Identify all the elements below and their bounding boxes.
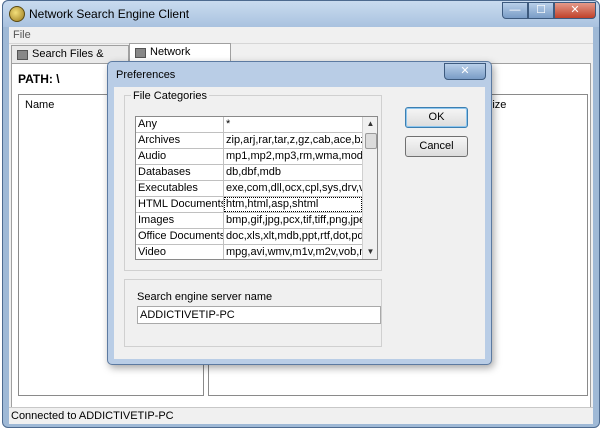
status-bar: Connected to ADDICTIVETIP-PC — [9, 407, 593, 424]
tab-icon — [135, 48, 146, 58]
category-extensions-cell[interactable]: bmp,gif,jpg,pcx,tif,tiff,png,jpeg,psd — [224, 213, 362, 228]
category-name-cell[interactable]: Databases — [136, 165, 224, 180]
menu-file[interactable]: File — [13, 29, 31, 41]
category-row[interactable]: Audiomp1,mp2,mp3,rm,wma,mod,mid,xm — [136, 149, 362, 165]
dialog-close-button[interactable]: ✕ — [444, 63, 486, 80]
category-extensions-cell[interactable]: mpg,avi,wmv,m1v,m2v,vob,mpeg — [224, 245, 362, 259]
title-bar[interactable]: Network Search Engine Client — ☐ ✕ — [3, 1, 599, 27]
server-name-label: Search engine server name — [137, 291, 273, 303]
scroll-thumb[interactable] — [365, 133, 377, 149]
file-categories-label: File Categories — [131, 90, 209, 102]
server-name-input[interactable] — [137, 306, 381, 324]
category-extensions-cell[interactable]: doc,xls,xlt,mdb,ppt,rtf,dot,pdf — [224, 229, 362, 244]
category-extensions-cell[interactable]: db,dbf,mdb — [224, 165, 362, 180]
category-name-cell[interactable]: Executables — [136, 181, 224, 196]
category-extensions-cell[interactable]: htm,html,asp,shtml — [224, 197, 362, 212]
category-name-cell[interactable]: Audio — [136, 149, 224, 164]
close-button[interactable]: ✕ — [554, 2, 596, 19]
category-row[interactable]: Databases db,dbf,mdb — [136, 165, 362, 181]
dialog-client: File Categories Any * Archives zip,arj,rar,… — [114, 87, 485, 359]
category-name-cell[interactable]: Archives — [136, 133, 224, 148]
category-extensions-cell[interactable]: zip,arj,rar,tar,z,gz,cab,ace,bz2,iso — [224, 133, 362, 148]
category-extensions-cell[interactable]: exe,com,dll,ocx,cpl,sys,drv,vxd,sc — [224, 181, 362, 196]
file-categories-group: File Categories Any * Archives zip,arj,rar,… — [124, 90, 382, 271]
dialog-title: Preferences — [116, 69, 176, 81]
category-extensions-cell[interactable]: * — [224, 117, 362, 132]
status-text: Connected to ADDICTIVETIP-PC — [11, 410, 174, 422]
minimize-button[interactable]: — — [502, 2, 528, 19]
category-name-cell[interactable]: Any — [136, 117, 224, 132]
category-row[interactable]: Office Documents doc,xls,xlt,mdb,ppt,rtf,… — [136, 229, 362, 245]
scroll-down-icon[interactable]: ▼ — [363, 245, 377, 259]
tab-icon — [17, 50, 28, 60]
app-icon — [9, 6, 25, 22]
scroll-up-icon[interactable]: ▲ — [363, 117, 377, 131]
categories-grid[interactable]: Any * Archives zip,arj,rar,tar,z,gz,cab,ace… — [135, 116, 378, 260]
path-label: PATH: \ — [18, 72, 60, 86]
category-row[interactable]: Executablesexe,com,dll,ocx,cpl,sys,drv,v… — [136, 181, 362, 197]
category-row[interactable]: Archiveszip,arj,rar,tar,z,gz,cab,ace,bz2… — [136, 133, 362, 149]
category-name-cell[interactable]: Video — [136, 245, 224, 259]
category-row[interactable]: HTML Documents htm,html,asp,shtml — [136, 197, 362, 213]
category-row[interactable]: Any * — [136, 117, 362, 133]
grid-scrollbar[interactable]: ▲ ▼ — [362, 117, 377, 259]
category-row[interactable]: Videompg,avi,wmv,m1v,m2v,vob,mpeg — [136, 245, 362, 259]
tab-network-browser[interactable]: Network Browser — [129, 43, 231, 74]
window-title: Network Search Engine Client — [29, 7, 190, 21]
category-extensions-cell[interactable]: mp1,mp2,mp3,rm,wma,mod,mid,xm — [224, 149, 362, 164]
maximize-button[interactable]: ☐ — [528, 2, 554, 19]
preferences-dialog: Preferences ✕ File Categories Any * Archiv… — [107, 61, 492, 365]
category-name-cell[interactable]: Office Documents — [136, 229, 224, 244]
category-row[interactable]: Imagesbmp,gif,jpg,pcx,tif,tiff,png,jpeg,… — [136, 213, 362, 229]
server-group: Search engine server name — [124, 279, 382, 347]
category-name-cell[interactable]: HTML Documents — [136, 197, 224, 212]
ok-button[interactable]: OK — [405, 107, 468, 128]
category-name-cell[interactable]: Images — [136, 213, 224, 228]
column-header-name[interactable]: Name — [25, 99, 54, 111]
cancel-button[interactable]: Cancel — [405, 136, 468, 157]
menu-bar: File — [9, 27, 593, 44]
